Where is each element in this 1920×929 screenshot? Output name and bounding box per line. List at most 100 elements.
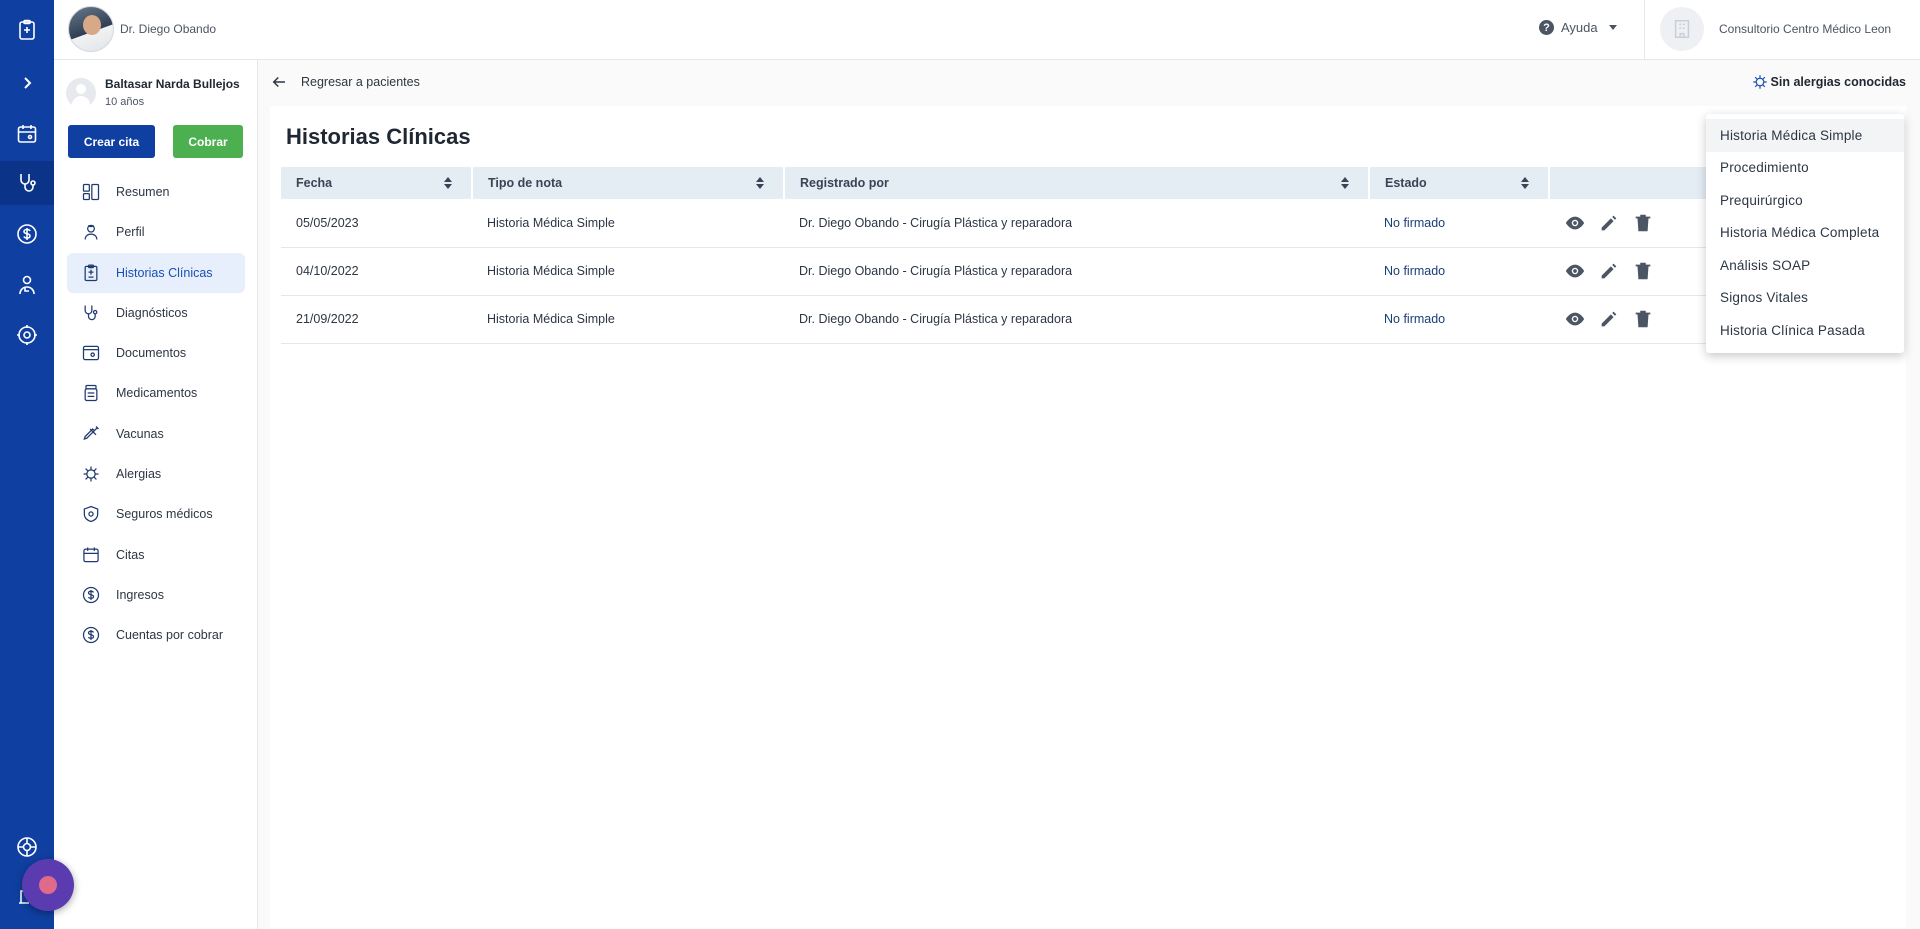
table-row[interactable]: 04/10/2022 Historia Médica Simple Dr. Di… — [281, 247, 1904, 296]
column-header-fecha[interactable]: Fecha — [281, 167, 473, 199]
caret-down-icon — [1608, 25, 1617, 30]
edit-icon[interactable] — [1598, 260, 1620, 282]
dollar-icon — [82, 586, 100, 604]
delete-icon[interactable] — [1632, 260, 1654, 282]
nav-item-label: Cuentas por cobrar — [116, 628, 224, 643]
clinic-logo[interactable] — [1660, 7, 1704, 51]
menu-item-prequirurgico[interactable]: Prequirúrgico — [1706, 184, 1904, 217]
menu-item-historia-medica-simple[interactable]: Historia Médica Simple — [1706, 119, 1904, 152]
cell-registrado: Dr. Diego Obando - Cirugía Plástica y re… — [784, 247, 1369, 296]
shield-icon — [83, 506, 99, 523]
calendar-icon[interactable] — [0, 112, 54, 156]
nav-item-historias-clinicas[interactable]: Historias Clínicas — [67, 252, 245, 293]
patient-age: 10 años — [105, 96, 145, 108]
nav-item-resumen[interactable]: Resumen — [67, 172, 245, 212]
dashboard-icon — [82, 183, 100, 201]
cell-estado: No firmado — [1369, 199, 1549, 248]
nav-item-label: Documentos — [116, 346, 187, 361]
cell-tipo: Historia Médica Simple — [472, 295, 784, 344]
nav-item-alergias[interactable]: Alergias — [67, 454, 245, 494]
column-header-tipo[interactable]: Tipo de nota — [472, 167, 785, 199]
delete-icon[interactable] — [1632, 212, 1654, 234]
table-header-row: Fecha Tipo de nota Registrado por Estado — [281, 167, 1905, 199]
help-menu[interactable]: ? Ayuda — [1539, 20, 1617, 35]
cell-tipo: Historia Médica Simple — [472, 199, 784, 248]
dollar-icon[interactable] — [0, 212, 54, 256]
doctor-name: Dr. Diego Obando — [120, 22, 217, 36]
patient-nav: Resumen Perfil Historias Clínicas Diagnó… — [67, 172, 245, 656]
clinical-history-table: Fecha Tipo de nota Registrado por Estado… — [281, 167, 1905, 344]
delete-icon[interactable] — [1632, 308, 1654, 330]
nav-item-label: Medicamentos — [116, 386, 198, 401]
column-label: Fecha — [296, 176, 333, 190]
edit-icon[interactable] — [1598, 212, 1620, 234]
cell-fecha: 21/09/2022 — [281, 295, 472, 344]
new-note-dropdown: Historia Médica Simple Procedimiento Pre… — [1706, 114, 1904, 353]
back-to-patients-link[interactable]: Regresar a pacientes — [301, 75, 420, 89]
syringe-icon — [83, 425, 99, 440]
calendar-icon — [83, 547, 99, 562]
stethoscope-icon — [84, 305, 98, 321]
nav-item-vacunas[interactable]: Vacunas — [67, 414, 245, 454]
nav-item-ingresos[interactable]: Ingresos — [67, 575, 245, 615]
cell-estado: No firmado — [1369, 247, 1549, 296]
stethoscope-icon[interactable] — [0, 161, 54, 205]
doctor-avatar[interactable] — [68, 6, 114, 52]
nav-item-seguros-medicos[interactable]: Seguros médicos — [67, 494, 245, 534]
nav-item-citas[interactable]: Citas — [67, 535, 245, 575]
clipboard-icon[interactable] — [0, 8, 54, 52]
nav-item-cuentas-por-cobrar[interactable]: Cuentas por cobrar — [67, 615, 245, 655]
menu-item-signos-vitales[interactable]: Signos Vitales — [1706, 282, 1904, 315]
edit-icon[interactable] — [1598, 308, 1620, 330]
column-header-registrado[interactable]: Registrado por — [784, 167, 1370, 199]
top-bar: Dr. Diego Obando ? Ayuda Consultorio Cen… — [54, 0, 1920, 60]
view-icon[interactable] — [1564, 212, 1586, 234]
cell-fecha: 04/10/2022 — [281, 247, 472, 296]
sort-icon[interactable] — [443, 176, 453, 190]
nav-item-label: Vacunas — [116, 426, 164, 441]
column-header-estado[interactable]: Estado — [1369, 167, 1550, 199]
allergy-icon — [83, 466, 99, 482]
table-row[interactable]: 21/09/2022 Historia Médica Simple Dr. Di… — [281, 295, 1904, 344]
allergy-status-label: Sin alergias conocidas — [1770, 75, 1906, 89]
arrow-left-icon[interactable] — [270, 73, 288, 91]
documents-icon — [82, 345, 100, 361]
view-icon[interactable] — [1564, 260, 1586, 282]
nav-item-label: Resumen — [116, 185, 170, 199]
expand-chevron-icon[interactable] — [0, 61, 54, 105]
sort-icon[interactable] — [1520, 176, 1530, 190]
page-title: Historias Clínicas — [286, 124, 471, 149]
nav-item-perfil[interactable]: Perfil — [67, 212, 245, 252]
cell-estado: No firmado — [1369, 295, 1549, 344]
menu-item-analisis-soap[interactable]: Análisis SOAP — [1706, 249, 1904, 282]
nav-item-documentos[interactable]: Documentos — [67, 333, 245, 373]
create-appointment-button[interactable]: Crear cita — [68, 125, 155, 158]
app-rail — [0, 0, 54, 929]
nav-item-label: Citas — [116, 547, 145, 562]
sort-icon[interactable] — [1340, 176, 1350, 190]
patient-avatar — [66, 78, 96, 108]
nav-item-label: Alergias — [116, 467, 162, 482]
menu-item-procedimiento[interactable]: Procedimiento — [1706, 152, 1904, 185]
patient-sidebar: Baltasar Narda Bullejos 10 años Crear ci… — [54, 60, 258, 929]
back-bar: Regresar a pacientes Sin alergias conoci… — [258, 60, 1920, 104]
nav-item-diagnosticos[interactable]: Diagnósticos — [67, 293, 245, 333]
help-label: Ayuda — [1561, 20, 1598, 35]
charge-button[interactable]: Cobrar — [173, 125, 243, 158]
patient-name: Baltasar Narda Bullejos — [105, 77, 240, 91]
doctor-icon[interactable] — [0, 263, 54, 307]
chat-launcher-button[interactable] — [22, 859, 74, 911]
nav-item-medicamentos[interactable]: Medicamentos — [67, 373, 245, 413]
clinic-name[interactable]: Consultorio Centro Médico Leon — [1719, 22, 1891, 36]
menu-item-historia-medica-completa[interactable]: Historia Médica Completa — [1706, 217, 1904, 250]
column-label: Registrado por — [800, 176, 889, 190]
clinical-history-icon — [84, 264, 98, 281]
menu-item-historia-clinica-pasada[interactable]: Historia Clínica Pasada — [1706, 314, 1904, 347]
table-row[interactable]: 05/05/2023 Historia Médica Simple Dr. Di… — [281, 199, 1904, 248]
sort-icon[interactable] — [755, 176, 765, 190]
view-icon[interactable] — [1564, 308, 1586, 330]
medication-icon — [84, 385, 98, 402]
allergy-icon — [1752, 75, 1767, 89]
settings-icon[interactable] — [0, 313, 54, 357]
allergy-status[interactable]: Sin alergias conocidas — [1751, 73, 1906, 91]
